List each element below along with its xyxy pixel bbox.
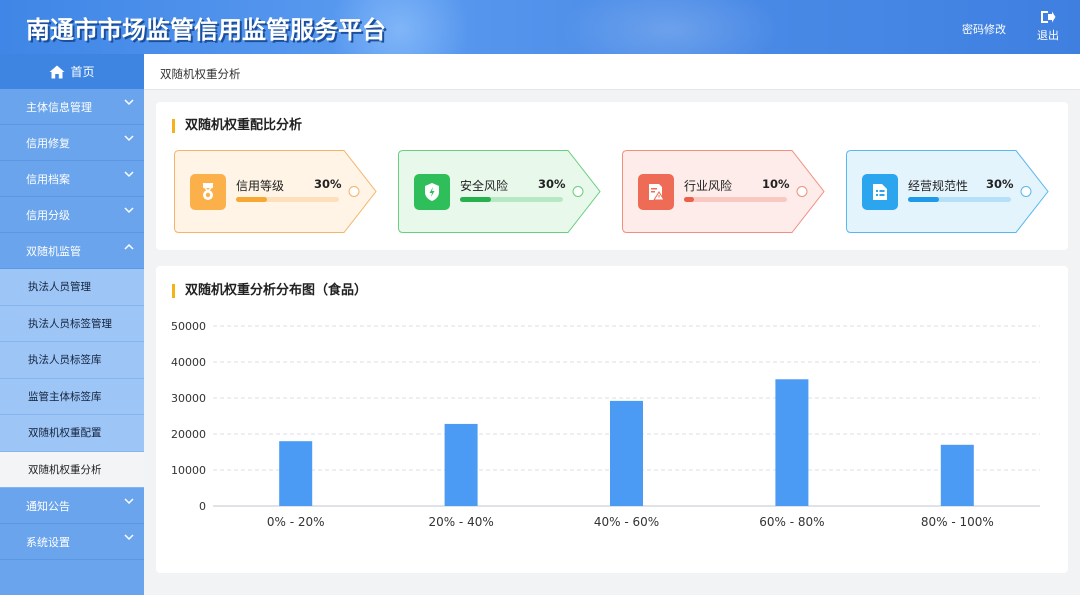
sidebar-subitem-label: 双随机权重分析 — [28, 463, 102, 476]
chevron-down-icon — [124, 135, 134, 142]
home-icon — [49, 65, 65, 78]
sidebar-item-label: 主体信息管理 — [26, 100, 92, 114]
sidebar-subitem-label: 执法人员标签管理 — [28, 317, 112, 330]
sidebar-item-credit-grading[interactable]: 信用分级 — [0, 197, 144, 233]
sidebar-item-label: 信用档案 — [26, 172, 70, 186]
sidebar-item-label: 信用修复 — [26, 136, 70, 150]
sidebar-item-entity-info[interactable]: 主体信息管理 — [0, 89, 144, 125]
medal-icon — [190, 174, 226, 210]
shield-icon — [414, 174, 450, 210]
weight-tag-label: 信用等级 — [236, 179, 285, 193]
breadcrumb: 双随机权重分析 — [160, 67, 241, 81]
sidebar-subitem-weight-config[interactable]: 双随机权重配置 — [0, 415, 144, 452]
top-header: 南通市市场监管信用监管服务平台 密码修改 退出 — [0, 0, 1080, 54]
sidebar-item-label: 信用分级 — [26, 208, 70, 222]
ratio-card-title: 双随机权重配比分析 — [172, 119, 302, 133]
sidebar-subitem-weight-analysis[interactable]: 双随机权重分析 — [0, 451, 144, 488]
sidebar-item-credit-archive[interactable]: 信用档案 — [0, 161, 144, 197]
weight-tag-label: 行业风险 — [684, 179, 733, 193]
x-tick-label: 0% - 20% — [267, 515, 325, 529]
weight-progress-fill — [908, 197, 939, 202]
breadcrumb-bar: 双随机权重分析 — [144, 54, 1080, 90]
weight-progress-bar — [908, 197, 1011, 202]
document-icon — [862, 174, 898, 210]
chart-bar[interactable] — [940, 444, 974, 506]
weight-tag-percent: 30% — [538, 177, 566, 191]
weight-progress-bar — [684, 197, 787, 202]
x-tick-label: 80% - 100% — [921, 515, 994, 529]
sidebar-item-notices[interactable]: 通知公告 — [0, 488, 144, 524]
weight-tag-safety-risk: 安全风险 30% — [398, 150, 601, 233]
sidebar-item-label: 通知公告 — [26, 499, 70, 513]
weight-progress-bar — [236, 197, 339, 202]
sidebar-subitem-entity-tag-library[interactable]: 监管主体标签库 — [0, 378, 144, 415]
distribution-chart: 0 10000 20000 30000 40000 50000 0% - 20% 20% - … — [171, 320, 1040, 529]
y-tick-label: 40000 — [171, 356, 206, 369]
sidebar-subitem-officer-management[interactable]: 执法人员管理 — [0, 269, 144, 306]
chevron-down-icon — [124, 99, 134, 106]
sidebar-item-label: 双随机监管 — [26, 244, 81, 258]
weight-tag-percent: 30% — [986, 177, 1014, 191]
distribution-chart-card: 双随机权重分析分布图（食品） 0 10000 20000 30000 40000 5000… — [156, 266, 1068, 573]
chart-bar[interactable] — [610, 400, 643, 506]
y-tick-label: 0 — [199, 500, 206, 513]
sidebar-subitem-officer-tag-management[interactable]: 执法人员标签管理 — [0, 305, 144, 342]
x-tick-label: 40% - 60% — [594, 515, 659, 529]
chart-bar[interactable] — [444, 423, 478, 506]
weight-progress-fill — [684, 197, 695, 202]
sidebar-item-label: 系统设置 — [26, 535, 70, 549]
sidebar-subitem-officer-tag-library[interactable]: 执法人员标签库 — [0, 342, 144, 379]
logout-button[interactable]: 退出 — [1034, 10, 1062, 43]
sidebar-subitem-label: 双随机权重配置 — [28, 427, 102, 440]
weight-tag-label: 经营规范性 — [908, 179, 969, 193]
chevron-down-icon — [124, 498, 134, 505]
sidebar: 首页 主体信息管理 信用修复 信用档案 信用分级 双随机监管 执法人员管理 执法… — [0, 54, 144, 595]
logout-icon — [1041, 11, 1056, 23]
sidebar-home[interactable]: 首页 — [0, 54, 144, 89]
chart-bar[interactable] — [775, 379, 809, 506]
weight-progress-bar — [460, 197, 563, 202]
weight-tag-percent: 30% — [314, 177, 342, 191]
chevron-down-icon — [124, 534, 134, 541]
weight-tag-percent: 10% — [762, 177, 790, 191]
y-tick-label: 20000 — [171, 428, 206, 441]
y-tick-label: 30000 — [171, 392, 206, 405]
y-tick-label: 10000 — [171, 464, 206, 477]
x-tick-label: 20% - 40% — [428, 515, 493, 529]
sidebar-home-label: 首页 — [70, 65, 95, 79]
weight-progress-fill — [236, 197, 267, 202]
chevron-up-icon — [124, 243, 134, 250]
chevron-down-icon — [124, 171, 134, 178]
warning-doc-icon — [638, 174, 674, 210]
sidebar-item-double-random[interactable]: 双随机监管 — [0, 233, 144, 269]
weight-progress-fill — [460, 197, 491, 202]
x-tick-label: 60% - 80% — [759, 515, 824, 529]
sidebar-subitem-label: 执法人员管理 — [28, 281, 91, 294]
sidebar-subitem-label: 监管主体标签库 — [28, 390, 102, 403]
weight-tag-business-compliance: 经营规范性 30% — [846, 150, 1049, 233]
chart-bar[interactable] — [279, 441, 313, 506]
sidebar-item-credit-repair[interactable]: 信用修复 — [0, 125, 144, 161]
password-change-link[interactable]: 密码修改 — [962, 21, 1006, 37]
sidebar-item-system-settings[interactable]: 系统设置 — [0, 524, 144, 560]
weight-tag-label: 安全风险 — [460, 179, 509, 193]
weight-tag-credit-level: 信用等级 30% — [174, 150, 377, 233]
logout-label: 退出 — [1037, 29, 1059, 42]
y-tick-label: 50000 — [171, 320, 206, 333]
ratio-analysis-card: 双随机权重配比分析 信用等级 30% 安全风险 30% 行业风险 10% 经营规… — [156, 102, 1068, 250]
app-title: 南通市市场监管信用监管服务平台 — [26, 16, 386, 44]
weight-tag-industry-risk: 行业风险 10% — [622, 150, 825, 233]
sidebar-subitem-label: 执法人员标签库 — [28, 354, 102, 367]
chevron-down-icon — [124, 207, 134, 214]
